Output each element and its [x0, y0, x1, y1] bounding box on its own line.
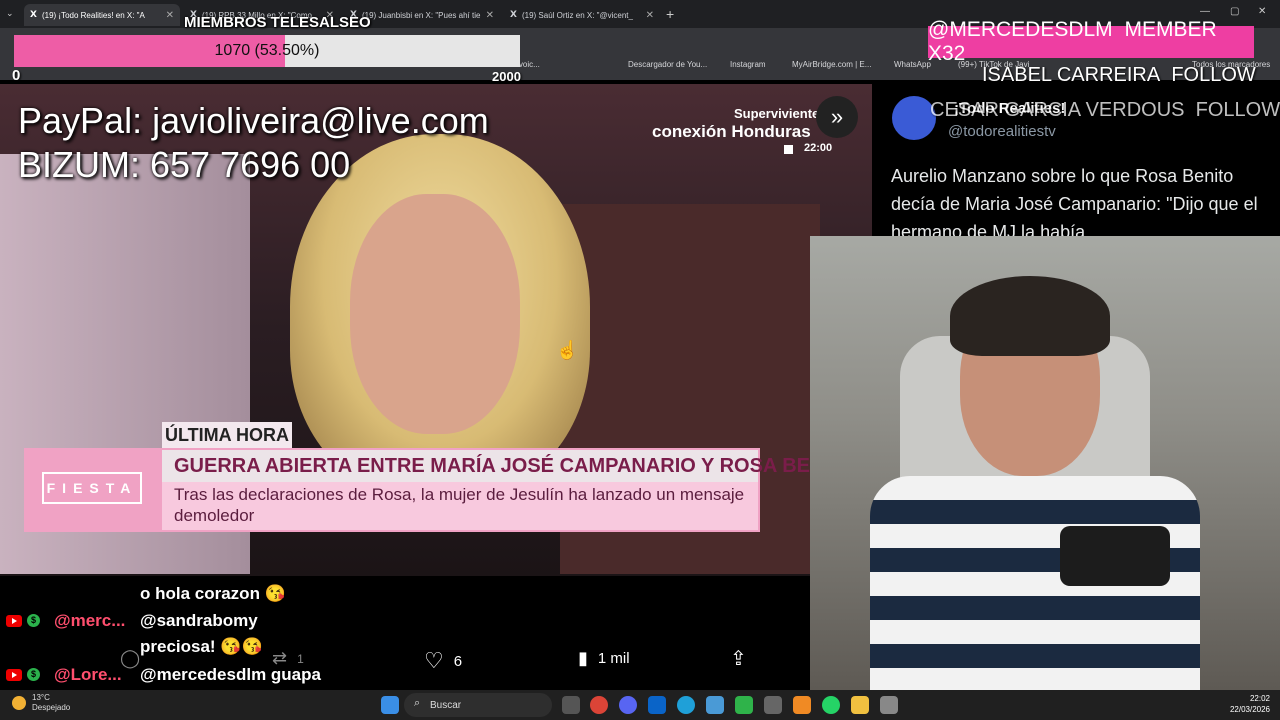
retweet-button[interactable]: ⇄ 1 [272, 648, 304, 669]
goal-progress-text: 1070 (53.50%) [214, 42, 320, 59]
minimize-icon[interactable]: — [1200, 6, 1210, 17]
app-icon[interactable] [706, 696, 724, 714]
bookmark-instagram[interactable]: Instagram [730, 60, 766, 69]
tab-saul-ortiz[interactable]: X (19) Saúl Ortiz en X: "@vicent_ ✕ [504, 4, 660, 26]
tweet-text: Aurelio Manzano sobre lo que Rosa Benito… [891, 166, 1258, 242]
bookmark-myairbridge[interactable]: MyAirBridge.com | E... [792, 60, 871, 69]
guest-face [350, 194, 520, 434]
chat-username: @Lore... [54, 665, 122, 684]
start-icon[interactable] [381, 696, 399, 714]
app-icon[interactable] [764, 696, 782, 714]
webcam-feed [810, 236, 1280, 690]
weather-icon[interactable] [12, 696, 26, 710]
chat-message: preciosa! 😘😘 [140, 637, 263, 656]
edge-icon[interactable] [677, 696, 695, 714]
x-logo-icon: X [510, 10, 517, 20]
goal-progress-bar: 1070 (53.50%) [14, 35, 520, 67]
news-headline: GUERRA ABIERTA ENTRE MARÍA JOSÉ CAMPANAR… [162, 450, 857, 482]
youtube-icon [6, 669, 22, 681]
weather-widget[interactable]: 13°C Despejado [32, 693, 70, 713]
goal-title: MIEMBROS TELESALSEO [184, 14, 371, 31]
streamer-hair [950, 276, 1110, 356]
news-subheadline: Tras las declaraciones de Rosa, la mujer… [162, 482, 758, 530]
tab-list-icon[interactable]: ⌄ [6, 8, 14, 19]
follow-action: FOLLOW [1171, 64, 1256, 86]
paypal-overlay: PayPal: javioliveira@live.com [18, 100, 489, 141]
discord-icon[interactable] [619, 696, 637, 714]
close-tab-icon[interactable]: ✕ [646, 10, 654, 21]
search-icon: ⌕ [414, 697, 421, 709]
breaking-news-tag: ÚLTIMA HORA [162, 422, 292, 448]
clock-date: 22/03/2026 [1229, 705, 1270, 714]
reply-button[interactable]: ◯ [120, 648, 150, 669]
views-count: 1 mil [597, 650, 630, 667]
member-icon: $ [27, 614, 40, 627]
follow-alert: ISABEL CARREIRA FOLLOW [982, 64, 1256, 87]
bookmark-whatsapp[interactable]: WhatsApp [894, 60, 931, 69]
chat-message: @sandrabomy [140, 611, 258, 630]
follow-name: CESAR GARCIA VERDOUS [930, 99, 1185, 121]
tab-todo-realities[interactable]: X (19) ¡Todo Realities! en X: "A ✕ [24, 4, 180, 26]
windows-taskbar [0, 690, 1280, 720]
file-explorer-icon[interactable] [851, 696, 869, 714]
taskbar-search[interactable]: Buscar [404, 693, 552, 717]
views-button[interactable]: ▮ 1 mil [578, 648, 630, 669]
close-tab-icon[interactable]: ✕ [486, 10, 494, 21]
channel-logo-line2: conexión Honduras [652, 122, 811, 141]
weather-temp: 13°C [32, 693, 50, 702]
live-dot-icon [784, 145, 793, 154]
chrome-icon[interactable] [590, 696, 608, 714]
whatsapp-icon[interactable] [822, 696, 840, 714]
follow-name: ISABEL CARREIRA [982, 64, 1161, 86]
follow-action: FOLLOW [1195, 99, 1280, 121]
maximize-icon[interactable]: ▢ [1230, 6, 1239, 17]
outlook-icon[interactable] [648, 696, 666, 714]
retweet-icon: ⇄ [272, 648, 288, 668]
share-button[interactable]: ⇪ [730, 646, 747, 671]
program-logo: FIESTA [42, 472, 142, 504]
tab-label: (19) Saúl Ortiz en X: "@vicent_ [521, 10, 633, 20]
x-logo-icon: X [30, 10, 37, 20]
channel-logo-line1: Supervivientes [734, 106, 827, 121]
chevrons-right-icon[interactable]: » [816, 96, 858, 138]
system-clock[interactable]: 22:02 22/03/2026 [1226, 693, 1270, 715]
new-tab-button[interactable]: + [666, 6, 674, 22]
tab-label: (19) ¡Todo Realities! en X: "A [41, 10, 145, 20]
like-button[interactable]: ♡ 6 [424, 648, 462, 674]
share-icon: ⇪ [730, 648, 747, 670]
tab-label: (19) Juanbisbi en X: "Pues ahí tie [361, 10, 481, 20]
member-icon: $ [27, 668, 40, 681]
goal-max-label: 2000 [492, 69, 521, 84]
like-count: 6 [453, 652, 463, 670]
task-view-icon[interactable] [562, 696, 580, 714]
goal-min-label: 0 [12, 67, 21, 84]
heart-icon: ♡ [424, 648, 444, 673]
retweet-count: 1 [297, 651, 304, 666]
close-tab-icon[interactable]: ✕ [166, 10, 174, 21]
bizum-overlay: BIZUM: 657 7696 00 [18, 144, 351, 185]
chat-username: @merc... [54, 611, 126, 630]
microphone [1060, 526, 1170, 586]
reply-icon: ◯ [120, 648, 141, 668]
chat-message: o hola corazon 😘 [140, 584, 286, 603]
app-icon[interactable] [735, 696, 753, 714]
close-window-icon[interactable]: ✕ [1258, 6, 1266, 17]
tweet-author-handle[interactable]: @todorealitiestv [948, 123, 1056, 140]
bookmark-descargador[interactable]: Descargador de You... [628, 60, 707, 69]
app-icon[interactable] [880, 696, 898, 714]
bar-chart-icon: ▮ [578, 648, 588, 668]
weather-desc: Despejado [32, 703, 71, 712]
app-icon[interactable] [793, 696, 811, 714]
hand-cursor-icon: ☝ [556, 340, 579, 360]
youtube-icon [6, 615, 22, 627]
clock-time: 22:02 [1249, 694, 1270, 703]
member-alert-badge: @MERCEDESDLM MEMBER X32 [928, 18, 1254, 65]
follow-alert: CESAR GARCIA VERDOUS FOLLOW [930, 99, 1280, 122]
broadcast-clock: 22:00 [804, 142, 833, 154]
